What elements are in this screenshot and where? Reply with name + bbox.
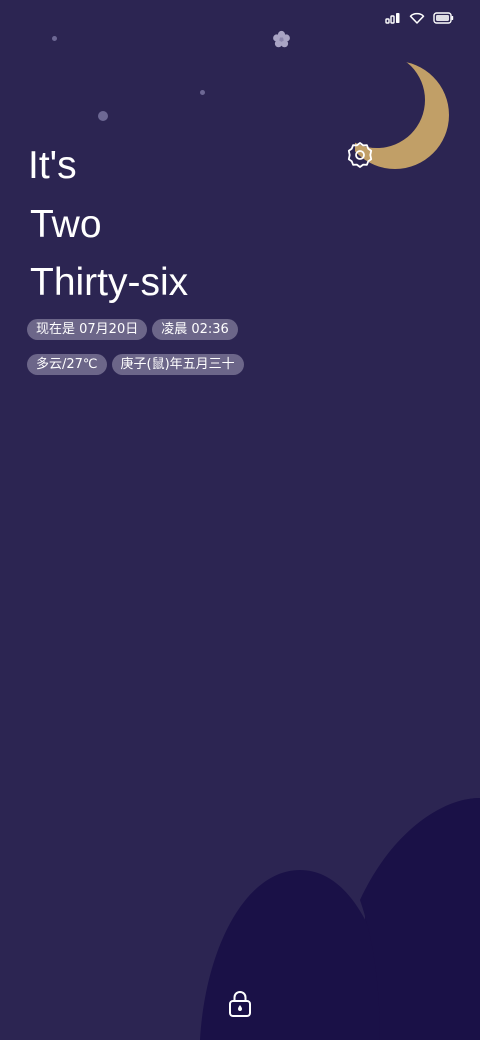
- wifi-icon: [409, 12, 425, 24]
- lunar-date-chip: 庚子(鼠)年五月三十: [111, 354, 244, 375]
- star-decoration: [52, 36, 57, 41]
- star-decoration: [98, 111, 108, 121]
- star-decoration: [200, 90, 205, 95]
- date-chip: 现在是 07月20日: [27, 319, 148, 340]
- clock-line-1: It's: [28, 144, 77, 187]
- status-bar: [385, 12, 454, 24]
- info-chip-row: 多云/27℃ 庚子(鼠)年五月三十: [27, 354, 244, 375]
- clock-line-3: Thirty-six: [30, 261, 189, 304]
- clock-line-2: Two: [30, 203, 102, 246]
- settings-gear-icon[interactable]: [346, 141, 374, 173]
- flower-icon: [272, 30, 291, 53]
- info-chip-row: 现在是 07月20日 凌晨 02:36: [27, 319, 238, 340]
- weather-chip: 多云/27℃: [27, 354, 107, 375]
- signal-icon: [385, 12, 401, 24]
- battery-icon: [433, 12, 454, 24]
- lock-icon[interactable]: [228, 990, 252, 1022]
- time-chip: 凌晨 02:36: [152, 319, 238, 340]
